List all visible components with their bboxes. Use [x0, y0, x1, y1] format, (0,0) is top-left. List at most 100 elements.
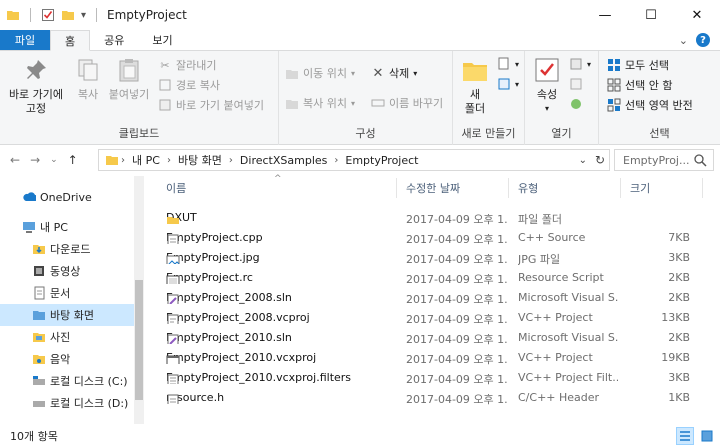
nav-item-downloads[interactable]: 다운로드	[0, 238, 134, 260]
open-dropdown-button[interactable]: ▾	[569, 57, 591, 71]
tab-view[interactable]: 보기	[138, 30, 186, 50]
search-input[interactable]: EmptyProj...	[623, 154, 689, 167]
column-header-name[interactable]: 이름	[166, 176, 396, 200]
search-box[interactable]: EmptyProj...	[614, 149, 714, 171]
table-row[interactable]: DXUT 2017-04-09 오후 1... 파일 폴더	[160, 208, 708, 228]
invert-selection-button[interactable]: 선택 영역 반전	[607, 97, 693, 113]
copy-to-label: 복사 위치	[303, 97, 347, 110]
address-bar[interactable]: › 내 PC › 바탕 화면 › DirectXSamples › EmptyP…	[98, 149, 610, 171]
nav-item-desktop[interactable]: 바탕 화면	[0, 304, 134, 326]
new-folder-icon[interactable]	[61, 8, 75, 22]
forward-arrow-icon[interactable]: →	[30, 153, 40, 167]
drive-c-icon	[32, 374, 46, 388]
new-folder-button[interactable]: 새 폴더	[457, 55, 493, 116]
breadcrumb-this-pc[interactable]: 내 PC	[132, 152, 160, 168]
details-view-button[interactable]	[676, 427, 694, 445]
nav-item-onedrive[interactable]: OneDrive	[0, 186, 134, 208]
open-icon	[569, 57, 583, 71]
search-icon[interactable]	[693, 153, 707, 170]
breadcrumb-emptyproject[interactable]: EmptyProject	[345, 154, 418, 167]
file-type: C/C++ Header	[518, 391, 600, 404]
image-file-icon	[166, 254, 180, 264]
nav-item-this-pc[interactable]: 내 PC	[0, 216, 134, 238]
table-row[interactable]: resource.h 2017-04-09 오후 1... C/C++ Head…	[160, 388, 708, 408]
table-row[interactable]: EmptyProject.cpp 2017-04-09 오후 1... C++ …	[160, 228, 708, 248]
chevron-right-icon[interactable]: ›	[334, 155, 338, 166]
chevron-right-icon[interactable]: ›	[229, 155, 233, 166]
properties-check-icon[interactable]	[41, 8, 55, 22]
back-arrow-icon[interactable]: ←	[10, 153, 20, 167]
copy-button[interactable]: 복사	[70, 55, 106, 102]
history-button[interactable]	[569, 97, 583, 111]
select-none-button[interactable]: 선택 안 함	[607, 77, 672, 93]
table-row[interactable]: EmptyProject_2010.vcxproj.filters 2017-0…	[160, 368, 708, 388]
tab-file[interactable]: 파일	[0, 30, 50, 50]
pin-quick-access-button[interactable]: 바로 가기에 고정	[4, 55, 68, 116]
new-item-button[interactable]: ▾	[497, 57, 519, 71]
paste-button[interactable]: 붙여넣기	[106, 55, 152, 102]
breadcrumb-directxsamples[interactable]: DirectXSamples	[240, 154, 327, 167]
table-row[interactable]: EmptyProject_2010.sln 2017-04-09 오후 1...…	[160, 328, 708, 348]
delete-x-icon: ✕	[372, 65, 384, 81]
column-divider[interactable]	[396, 178, 397, 198]
chevron-down-icon: ▾	[515, 79, 520, 89]
chevron-right-icon[interactable]: ›	[167, 155, 171, 166]
minimize-button[interactable]: —	[582, 0, 628, 30]
refresh-icon[interactable]: ↻	[595, 153, 605, 167]
nav-item-documents[interactable]: 문서	[0, 282, 134, 304]
chevron-down-icon[interactable]: ⌄	[679, 34, 688, 47]
table-row[interactable]: EmptyProject_2008.vcproj 2017-04-09 오후 1…	[160, 308, 708, 328]
recent-locations-icon[interactable]: ⌄	[50, 155, 58, 165]
nav-item-pictures[interactable]: 사진	[0, 326, 134, 348]
rename-button[interactable]: 이름 바꾸기	[371, 95, 443, 111]
file-date: 2017-04-09 오후 1...	[406, 293, 508, 306]
new-group-label: 새로 만들기	[461, 127, 516, 140]
column-divider[interactable]	[508, 178, 509, 198]
select-all-button[interactable]: 모두 선택	[607, 57, 669, 73]
table-row[interactable]: EmptyProject.rc 2017-04-09 오후 1... Resou…	[160, 268, 708, 288]
edit-button[interactable]	[569, 77, 583, 91]
delete-label: 삭제	[389, 67, 410, 80]
up-arrow-icon[interactable]: ↑	[68, 153, 78, 167]
navigation-scrollbar[interactable]	[134, 176, 144, 424]
tab-home[interactable]: 홈	[50, 30, 91, 51]
breadcrumb-desktop[interactable]: 바탕 화면	[178, 152, 222, 168]
copy-path-button[interactable]: 경로 복사	[158, 77, 220, 93]
help-icon[interactable]: ?	[696, 33, 710, 47]
select-group: 모두 선택 선택 안 함 선택 영역 반전 선택	[599, 51, 720, 145]
table-row[interactable]: EmptyProject.jpg 2017-04-09 오후 1... JPG …	[160, 248, 708, 268]
large-icons-view-button[interactable]	[698, 427, 716, 445]
scrollbar-thumb[interactable]	[135, 280, 143, 400]
close-button[interactable]: ✕	[674, 0, 720, 30]
invert-selection-icon	[607, 98, 621, 112]
table-row[interactable]: EmptyProject_2010.vcxproj 2017-04-09 오후 …	[160, 348, 708, 368]
column-divider[interactable]	[620, 178, 621, 198]
nav-item-music[interactable]: 음악	[0, 348, 134, 370]
maximize-button[interactable]: ☐	[628, 0, 674, 30]
column-header-size[interactable]: 크기	[630, 176, 700, 200]
column-header-date[interactable]: 수정한 날짜	[406, 176, 506, 200]
file-date: 2017-04-09 오후 1...	[406, 373, 508, 386]
chevron-right-icon[interactable]: ›	[121, 155, 125, 166]
properties-button[interactable]: 속성 ▾	[529, 55, 565, 116]
open-group: 속성 ▾ ▾ 열기	[525, 51, 599, 145]
copy-to-button[interactable]: 복사 위치 ▾	[285, 95, 355, 111]
move-to-button[interactable]: 이동 위치 ▾	[285, 65, 355, 81]
file-name: EmptyProject_2010.vcxproj.filters	[166, 371, 352, 384]
paste-shortcut-button[interactable]: 바로 가기 붙여넣기	[158, 97, 264, 113]
nav-item-videos[interactable]: 동영상	[0, 260, 134, 282]
table-row[interactable]: EmptyProject_2008.sln 2017-04-09 오후 1...…	[160, 288, 708, 308]
tab-share[interactable]: 공유	[90, 30, 138, 50]
column-header-type[interactable]: 유형	[518, 176, 618, 200]
nav-item-drive-d[interactable]: 로컬 디스크 (D:)	[0, 392, 134, 414]
select-all-label: 모두 선택	[625, 59, 669, 72]
delete-button[interactable]: ✕ 삭제 ▾	[371, 65, 418, 81]
cut-button[interactable]: ✂ 잘라내기	[158, 57, 216, 73]
ribbon-tabs: 파일 홈 공유 보기 ⌄ ?	[0, 30, 720, 51]
new-folder-label: 새 폴더	[464, 88, 486, 115]
qat-dropdown-icon[interactable]: ▾	[81, 10, 86, 21]
column-divider[interactable]	[702, 178, 703, 198]
easy-access-button[interactable]: ▾	[497, 77, 519, 91]
nav-item-drive-c[interactable]: 로컬 디스크 (C:)	[0, 370, 134, 392]
address-dropdown-icon[interactable]: ⌄	[579, 155, 587, 166]
